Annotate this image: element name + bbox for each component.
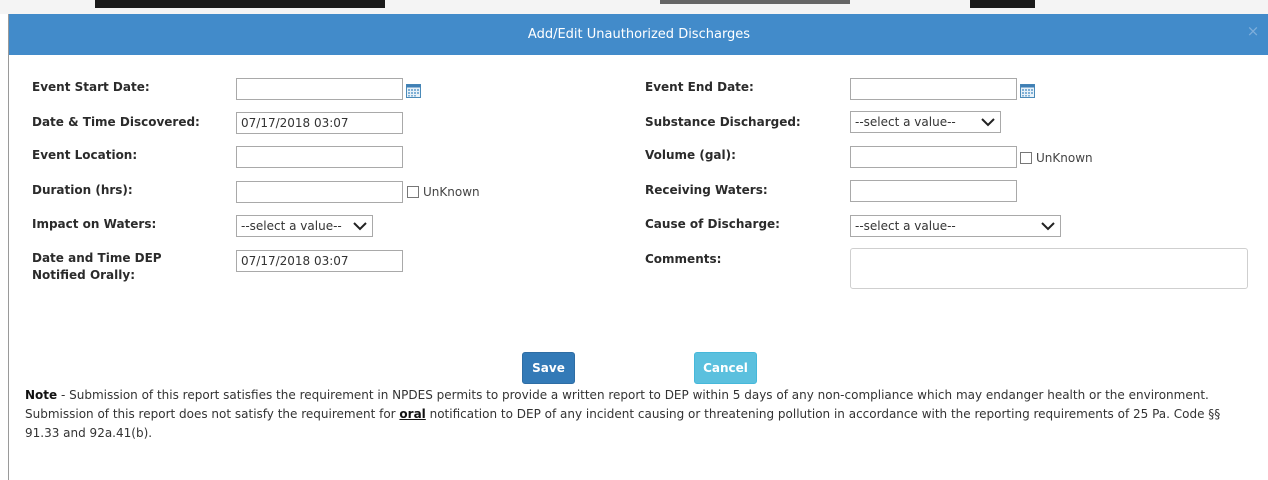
date-time-discovered-input[interactable] bbox=[236, 112, 403, 134]
chevron-down-icon bbox=[1041, 222, 1055, 231]
comments-textarea[interactable] bbox=[850, 248, 1248, 289]
dep-notified-orally-input[interactable] bbox=[236, 250, 403, 272]
checkbox-box[interactable] bbox=[1020, 152, 1032, 164]
substance-discharged-selected: --select a value-- bbox=[855, 115, 956, 129]
calendar-icon[interactable] bbox=[406, 84, 421, 98]
backdrop-heading bbox=[95, 0, 385, 8]
volume-unknown-checkbox[interactable]: UnKnown bbox=[1020, 151, 1093, 165]
dialog-title: Add/Edit Unauthorized Discharges bbox=[527, 27, 751, 42]
backdrop-line bbox=[660, 0, 850, 4]
event-end-date-label: Event End Date: bbox=[645, 80, 754, 94]
close-icon[interactable]: × bbox=[1245, 23, 1261, 39]
receiving-waters-input[interactable] bbox=[850, 180, 1017, 202]
substance-discharged-select[interactable]: --select a value-- bbox=[850, 111, 1001, 133]
event-start-date-input[interactable] bbox=[236, 78, 403, 100]
volume-label: Volume (gal): bbox=[645, 148, 736, 162]
note-oral-emphasis: oral bbox=[399, 407, 426, 421]
event-location-label: Event Location: bbox=[32, 148, 138, 162]
duration-input[interactable] bbox=[236, 181, 403, 203]
event-end-date-input[interactable] bbox=[850, 78, 1017, 100]
submission-note: Note - Submission of this report satisfi… bbox=[25, 386, 1225, 443]
save-button[interactable]: Save bbox=[522, 352, 575, 384]
event-location-input[interactable] bbox=[236, 146, 403, 168]
chevron-down-icon bbox=[353, 222, 367, 231]
dialog-titlebar: Add/Edit Unauthorized Discharges × bbox=[9, 14, 1268, 55]
chevron-down-icon bbox=[981, 118, 995, 127]
dep-notified-orally-label: Date and Time DEP Notified Orally: bbox=[32, 251, 162, 282]
impact-on-waters-selected: --select a value-- bbox=[241, 219, 342, 233]
page-backdrop bbox=[0, 0, 1268, 14]
receiving-waters-label: Receiving Waters: bbox=[645, 183, 768, 197]
duration-label: Duration (hrs): bbox=[32, 183, 133, 197]
duration-unknown-checkbox[interactable]: UnKnown bbox=[407, 185, 480, 199]
impact-on-waters-select[interactable]: --select a value-- bbox=[236, 215, 373, 237]
cause-of-discharge-selected: --select a value-- bbox=[855, 219, 956, 233]
impact-on-waters-label: Impact on Waters: bbox=[32, 217, 157, 231]
calendar-icon[interactable] bbox=[1020, 84, 1035, 98]
cancel-button[interactable]: Cancel bbox=[694, 352, 757, 384]
duration-unknown-label: UnKnown bbox=[423, 185, 480, 199]
checkbox-box[interactable] bbox=[407, 186, 419, 198]
cause-of-discharge-select[interactable]: --select a value-- bbox=[850, 215, 1061, 237]
substance-discharged-label: Substance Discharged: bbox=[645, 115, 801, 129]
note-label: Note bbox=[25, 388, 58, 402]
comments-label: Comments: bbox=[645, 252, 722, 266]
volume-input[interactable] bbox=[850, 146, 1017, 168]
backdrop-block bbox=[970, 0, 1035, 8]
event-start-date-label: Event Start Date: bbox=[32, 80, 150, 94]
date-time-discovered-label: Date & Time Discovered: bbox=[32, 115, 200, 129]
cause-of-discharge-label: Cause of Discharge: bbox=[645, 217, 780, 231]
volume-unknown-label: UnKnown bbox=[1036, 151, 1093, 165]
